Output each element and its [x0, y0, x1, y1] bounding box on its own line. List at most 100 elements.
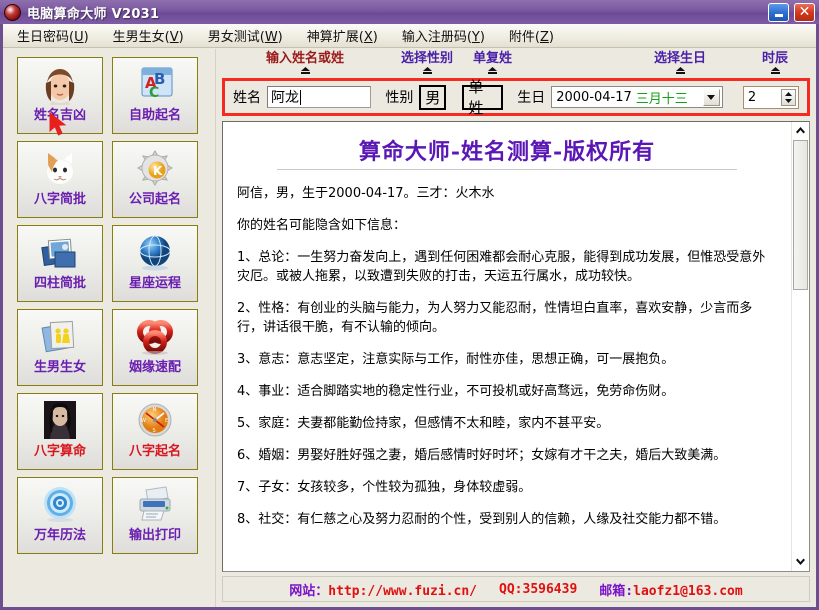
- scroll-up-icon[interactable]: [792, 122, 809, 139]
- svg-text:S: S: [153, 428, 156, 434]
- sidebar-item-perpetual-calendar[interactable]: 万年历法: [17, 477, 103, 554]
- folder-people-icon: [37, 314, 83, 358]
- menu-item-enter-license[interactable]: 输入注册码(Y): [402, 26, 485, 45]
- sidebar-item-four-pillars[interactable]: 四柱简批: [17, 225, 103, 302]
- woman-face-icon: [37, 62, 83, 106]
- menu-item-attachments[interactable]: 附件(Z): [509, 26, 554, 45]
- blue-globe-icon: [132, 230, 178, 274]
- gender-toggle-button[interactable]: 男: [419, 84, 447, 110]
- sidebar-item-label: 自助起名: [128, 108, 181, 123]
- qq-info: QQ:3596439: [499, 581, 578, 597]
- minimize-button[interactable]: [768, 2, 789, 22]
- abc-folder-icon: A B C: [132, 62, 178, 106]
- document-paragraph: 1、总论：一生努力奋发向上，遇到任何困难都会耐心克服，能得到成功发展，但惟恐受意…: [237, 250, 766, 284]
- sidebar-item-company-naming[interactable]: K 公司起名: [112, 141, 198, 218]
- annotation-name-input: 输入姓名或姓: [266, 52, 344, 75]
- document-paragraph: 7、子女：女孩较多，个性较为孤独，身体较虚弱。: [237, 480, 532, 495]
- sidebar-item-bazi-brief[interactable]: 八字简批: [17, 141, 103, 218]
- name-input[interactable]: 阿龙: [267, 86, 372, 108]
- dark-portrait-icon: [37, 398, 83, 442]
- window-title: 电脑算命大师 V2031: [27, 6, 160, 22]
- title-divider: [277, 169, 737, 170]
- title-bar: 电脑算命大师 V2031 ✕: [0, 0, 819, 24]
- sidebar-item-label: 姻缘速配: [128, 360, 181, 375]
- menu-item-birthday-code[interactable]: 生日密码(U): [17, 26, 89, 45]
- photos-icon: [37, 230, 83, 274]
- document-paragraph: 阿信，男，生于2000-04-17。三才：火木水: [237, 186, 495, 201]
- svg-text:K: K: [153, 164, 163, 178]
- sidebar: 姓名吉凶 A B C 自助起名 八字简批 K 公司起名 四柱简批 星座运程 生男…: [3, 49, 216, 607]
- hour-stepper[interactable]: 2: [742, 85, 799, 109]
- surname-type-button[interactable]: 单姓: [462, 78, 504, 117]
- status-bar: 网站：http://www.fuzi.cn/ QQ:3596439 邮箱:lao…: [222, 576, 810, 602]
- scroll-down-icon[interactable]: [792, 553, 809, 570]
- hour-value: 2: [747, 89, 757, 105]
- birthday-label: 生日: [517, 90, 546, 106]
- sidebar-item-label: 星座运程: [128, 276, 181, 291]
- svg-text:W: W: [141, 418, 146, 424]
- annotation-gender: 选择性别: [401, 52, 453, 75]
- sidebar-item-print-output[interactable]: 输出打印: [112, 477, 198, 554]
- text-caret: [300, 89, 301, 105]
- menu-item-divination-extension[interactable]: 神算扩展(X): [307, 26, 378, 45]
- menu-bar: 生日密码(U) 生男生女(V) 男女测试(W) 神算扩展(X) 输入注册码(Y)…: [3, 24, 816, 48]
- svg-text:E: E: [165, 418, 168, 424]
- sidebar-item-label: 万年历法: [33, 528, 86, 543]
- sidebar-item-bazi-naming[interactable]: N E S W 八字起名: [112, 393, 198, 470]
- close-icon[interactable]: ✕: [794, 2, 815, 22]
- document-paragraph: 4、事业：适合脚踏实地的稳定性行业，不可投机或好高骛远，免劳命伤财。: [237, 384, 675, 399]
- vertical-scrollbar[interactable]: [791, 122, 809, 571]
- svg-text:C: C: [149, 85, 159, 101]
- app-logo-icon: [4, 3, 21, 21]
- birthday-picker[interactable]: 2000-04-17 三月十三: [551, 86, 723, 108]
- chevron-down-icon[interactable]: [702, 89, 720, 106]
- application-window: 电脑算命大师 V2031 ✕ 生日密码(U) 生男生女(V) 男女测试(W) 神…: [0, 0, 819, 610]
- sidebar-item-label: 四柱简批: [33, 276, 86, 291]
- birthday-value: 2000-04-17: [556, 89, 632, 105]
- name-label: 姓名: [233, 90, 261, 106]
- sidebar-item-label: 公司起名: [128, 192, 181, 207]
- annotation-surname-type: 单复姓: [473, 52, 512, 75]
- sidebar-item-self-naming[interactable]: A B C 自助起名: [112, 57, 198, 134]
- document-paragraph: 6、婚姻：男娶好胜好强之妻，婚后感情时好时坏；女嫁有才干之夫，婚后大致美满。: [237, 448, 727, 463]
- up-arrow-marker: [675, 67, 685, 74]
- scrollbar-thumb[interactable]: [793, 140, 808, 290]
- sidebar-item-bazi-fortune[interactable]: 八字算命: [17, 393, 103, 470]
- email-info: 邮箱:laofz1@163.com: [599, 583, 743, 599]
- sidebar-item-label: 八字简批: [33, 192, 86, 207]
- right-panel: 输入姓名或姓 选择性别 单复姓 选择生日 时辰 姓名 阿龙 性别 男 单姓 生日…: [216, 49, 816, 607]
- result-document: 算命大师-姓名测算-版权所有 阿信，男，生于2000-04-17。三才：火木水 …: [223, 122, 791, 571]
- menu-item-boy-girl[interactable]: 生男生女(V): [113, 26, 184, 45]
- window-controls: ✕: [768, 2, 815, 22]
- sidebar-item-boy-or-girl[interactable]: 生男生女: [17, 309, 103, 386]
- menu-item-gender-test[interactable]: 男女测试(W): [208, 26, 283, 45]
- red-knot-icon: [132, 314, 178, 358]
- cat-face-icon: [37, 146, 83, 190]
- document-paragraph: 5、家庭：夫妻都能勤俭持家，但感情不太和睦，家内不甚平安。: [237, 416, 610, 431]
- spinner-buttons-icon[interactable]: [781, 88, 796, 106]
- website-info: 网站：http://www.fuzi.cn/: [289, 583, 478, 599]
- sidebar-item-label: 姓名吉凶: [33, 108, 86, 123]
- form-annotations: 输入姓名或姓 选择性别 单复姓 选择生日 时辰: [222, 52, 810, 78]
- blue-disc-icon: [37, 482, 83, 526]
- up-arrow-marker: [300, 67, 310, 74]
- gender-label: 性别: [385, 90, 414, 106]
- sidebar-item-name-fortune[interactable]: 姓名吉凶: [17, 57, 103, 134]
- body-area: 姓名吉凶 A B C 自助起名 八字简批 K 公司起名 四柱简批 星座运程 生男…: [3, 49, 816, 607]
- up-arrow-marker: [770, 67, 780, 74]
- sidebar-item-marriage-match[interactable]: 姻缘速配: [112, 309, 198, 386]
- document-title: 算命大师-姓名测算-版权所有: [358, 139, 656, 165]
- result-document-panel: 算命大师-姓名测算-版权所有 阿信，男，生于2000-04-17。三才：火木水 …: [222, 121, 810, 572]
- up-arrow-marker: [488, 67, 497, 74]
- sidebar-item-horoscope[interactable]: 星座运程: [112, 225, 198, 302]
- document-paragraph: 3、意志：意志坚定，注意实际与工作，耐性亦佳，思想正确，可一展抱负。: [237, 352, 675, 367]
- printer-icon: [132, 482, 178, 526]
- document-paragraph: 你的姓名可能隐含如下信息：: [237, 218, 407, 233]
- birthday-lunar-value: 三月十三: [635, 91, 688, 107]
- sidebar-item-label: 八字算命: [33, 444, 86, 459]
- k-gear-icon: K: [132, 146, 178, 190]
- document-paragraph: 8、社交：有仁慈之心及努力忍耐的个性，受到别人的信赖，人缘及社交能力都不错。: [237, 512, 727, 527]
- sidebar-item-label: 输出打印: [128, 528, 181, 543]
- up-arrow-marker: [422, 67, 432, 74]
- sidebar-item-label: 生男生女: [33, 360, 86, 375]
